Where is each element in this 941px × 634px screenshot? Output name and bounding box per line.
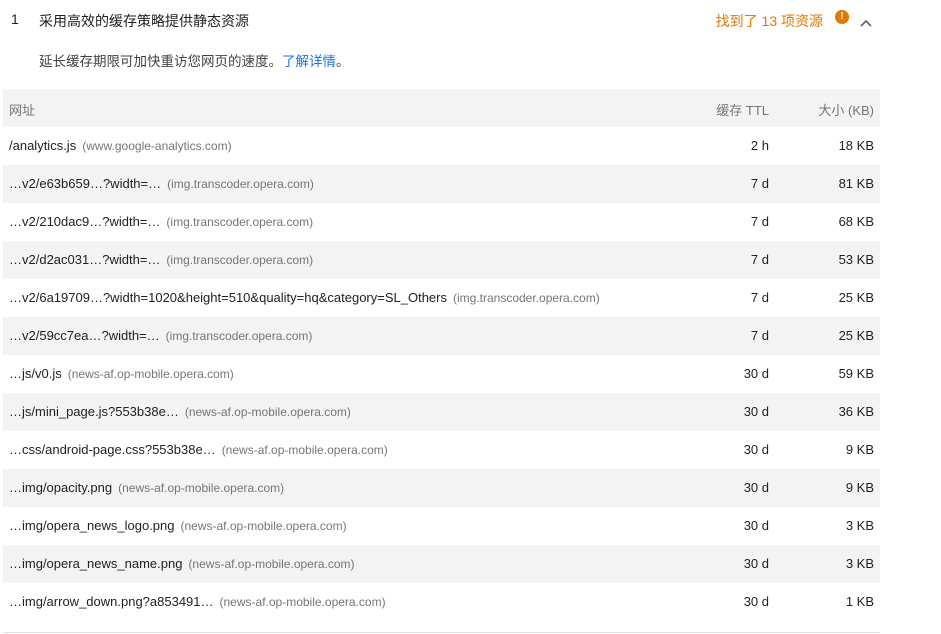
audit-header[interactable]: 1 采用高效的缓存策略提供静态资源 找到了 13 项资源 ! [0, 0, 880, 40]
resource-url[interactable]: …img/arrow_down.png?a853491… (news-af.op-… [9, 594, 386, 609]
table-row: …img/arrow_down.png?a853491… (news-af.op-… [3, 583, 880, 621]
resource-path[interactable]: /analytics.js [9, 138, 76, 153]
cache-ttl: 30 d [743, 480, 769, 495]
resource-path[interactable]: …v2/59cc7ea…?width=… [9, 328, 160, 343]
table-row: …css/android-page.css?553b38e… (news-af.o… [3, 431, 880, 469]
resource-path[interactable]: …v2/210dac9…?width=… [9, 214, 160, 229]
resource-url[interactable]: …js/mini_page.js?553b38e… (news-af.op-mob… [9, 404, 351, 419]
resource-host: (img.transcoder.opera.com) [166, 215, 314, 229]
learn-more-link[interactable]: 了解详情 [282, 54, 336, 69]
chevron-up-icon[interactable] [860, 14, 872, 27]
resource-size: 53 KB [838, 252, 874, 267]
resource-size: 3 KB [845, 518, 874, 533]
resource-size: 59 KB [838, 366, 874, 381]
resource-host: (news-af.op-mobile.opera.com) [67, 367, 234, 381]
resource-size: 68 KB [838, 214, 874, 229]
description-text: 延长缓存期限可加快重访您网页的速度。 [39, 54, 282, 69]
resource-url[interactable]: …js/v0.js (news-af.op-mobile.opera.com) [9, 366, 234, 381]
resource-url[interactable]: …v2/59cc7ea…?width=… (img.transcoder.oper… [9, 328, 312, 343]
resource-path[interactable]: …v2/6a19709…?width=1020&height=510&quali… [9, 290, 447, 305]
resource-url[interactable]: …v2/210dac9…?width=… (img.transcoder.oper… [9, 214, 313, 229]
resource-host: (news-af.op-mobile.opera.com) [188, 557, 355, 571]
cache-ttl: 7 d [750, 328, 769, 343]
resource-path[interactable]: …img/arrow_down.png?a853491… [9, 594, 214, 609]
cache-ttl: 30 d [743, 442, 769, 457]
resource-host: (news-af.op-mobile.opera.com) [180, 519, 347, 533]
resource-url[interactable]: …css/android-page.css?553b38e… (news-af.o… [9, 442, 388, 457]
cache-ttl: 30 d [743, 518, 769, 533]
resource-path[interactable]: …v2/d2ac031…?width=… [9, 252, 160, 267]
audit-index: 1 [11, 11, 19, 27]
cache-ttl: 30 d [743, 556, 769, 571]
resource-host: (www.google-analytics.com) [82, 139, 232, 153]
cache-ttl: 7 d [750, 252, 769, 267]
audit-panel: 1 采用高效的缓存策略提供静态资源 找到了 13 项资源 ! 延长缓存期限可加快… [0, 0, 941, 634]
cache-ttl: 30 d [743, 404, 769, 419]
resource-size: 25 KB [838, 290, 874, 305]
cache-ttl: 30 d [743, 594, 769, 609]
resource-url[interactable]: …v2/d2ac031…?width=… (img.transcoder.oper… [9, 252, 313, 267]
resource-url[interactable]: …img/opacity.png (news-af.op-mobile.opera… [9, 480, 284, 495]
resource-size: 36 KB [838, 404, 874, 419]
resource-path[interactable]: …v2/e63b659…?width=… [9, 176, 161, 191]
resource-size: 3 KB [845, 556, 874, 571]
audit-title: 采用高效的缓存策略提供静态资源 [39, 13, 249, 29]
resource-url[interactable]: /analytics.js (www.google-analytics.com) [9, 138, 232, 153]
table-row: …img/opacity.png (news-af.op-mobile.opera… [3, 469, 880, 507]
table-row: …v2/6a19709…?width=1020&height=510&quali… [3, 279, 880, 317]
resource-path[interactable]: …js/v0.js [9, 366, 62, 381]
table-row: …v2/210dac9…?width=… (img.transcoder.oper… [3, 203, 880, 241]
cache-ttl: 2 h [750, 138, 769, 153]
cache-ttl: 7 d [750, 176, 769, 191]
cache-ttl: 7 d [750, 214, 769, 229]
resource-table: 网址 缓存 TTL 大小 (KB) /analytics.js (www.goog… [3, 89, 880, 621]
resource-size: 1 KB [845, 594, 874, 609]
table-header: 网址 缓存 TTL 大小 (KB) [3, 89, 880, 127]
resource-host: (news-af.op-mobile.opera.com) [219, 595, 386, 609]
header-size: 大小 (KB) [818, 103, 874, 118]
resource-url[interactable]: …img/opera_news_name.png (news-af.op-mobi… [9, 556, 355, 571]
table-row: …v2/d2ac031…?width=… (img.transcoder.oper… [3, 241, 880, 279]
table-row: …v2/59cc7ea…?width=… (img.transcoder.oper… [3, 317, 880, 355]
resource-host: (news-af.op-mobile.opera.com) [221, 443, 388, 457]
cache-ttl: 7 d [750, 290, 769, 305]
audit-description: 延长缓存期限可加快重访您网页的速度。了解详情。 [39, 50, 350, 70]
description-end: 。 [336, 54, 350, 69]
resource-url[interactable]: …v2/6a19709…?width=1020&height=510&quali… [9, 290, 600, 305]
resource-size: 81 KB [838, 176, 874, 191]
table-row: …js/v0.js (news-af.op-mobile.opera.com) 30… [3, 355, 880, 393]
resource-path[interactable]: …img/opera_news_logo.png [9, 518, 175, 533]
audit-savings: 找到了 13 项资源 [715, 13, 823, 29]
resource-path[interactable]: …img/opacity.png [9, 480, 112, 495]
resource-host: (img.transcoder.opera.com) [165, 329, 313, 343]
resource-path[interactable]: …js/mini_page.js?553b38e… [9, 404, 179, 419]
resource-size: 25 KB [838, 328, 874, 343]
divider [3, 632, 880, 633]
table-row: …v2/e63b659…?width=… (img.transcoder.oper… [3, 165, 880, 203]
resource-size: 9 KB [845, 480, 874, 495]
resource-path[interactable]: …css/android-page.css?553b38e… [9, 442, 216, 457]
header-ttl: 缓存 TTL [716, 103, 769, 118]
resource-url[interactable]: …img/opera_news_logo.png (news-af.op-mobi… [9, 518, 347, 533]
resource-path[interactable]: …img/opera_news_name.png [9, 556, 182, 571]
resource-size: 9 KB [845, 442, 874, 457]
resource-host: (news-af.op-mobile.opera.com) [118, 481, 285, 495]
resource-host: (img.transcoder.opera.com) [166, 253, 314, 267]
warning-icon: ! [835, 10, 849, 24]
resource-host: (img.transcoder.opera.com) [452, 291, 600, 305]
resource-size: 18 KB [838, 138, 874, 153]
table-row: /analytics.js (www.google-analytics.com) 2… [3, 127, 880, 165]
resource-url[interactable]: …v2/e63b659…?width=… (img.transcoder.oper… [9, 176, 314, 191]
cache-ttl: 30 d [743, 366, 769, 381]
table-row: …img/opera_news_name.png (news-af.op-mobi… [3, 545, 880, 583]
table-row: …js/mini_page.js?553b38e… (news-af.op-mob… [3, 393, 880, 431]
table-row: …img/opera_news_logo.png (news-af.op-mobi… [3, 507, 880, 545]
resource-host: (img.transcoder.opera.com) [167, 177, 314, 191]
header-url: 网址 [9, 103, 36, 118]
resource-host: (news-af.op-mobile.opera.com) [184, 405, 351, 419]
